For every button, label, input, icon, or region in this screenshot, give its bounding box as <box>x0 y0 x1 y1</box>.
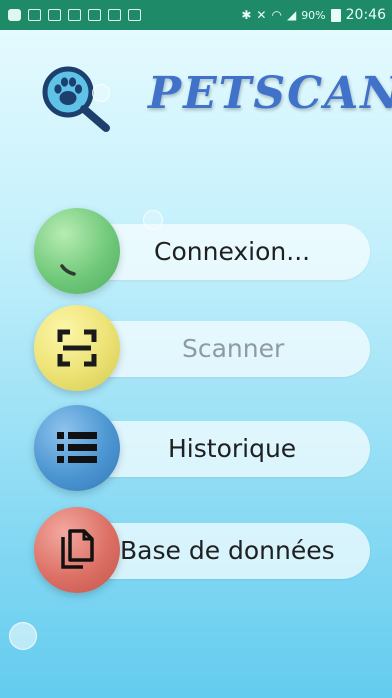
battery-icon <box>330 8 341 22</box>
history-icon-circle <box>34 405 120 491</box>
system-icons: ✱ ✕ ◠ ◢ 90% 20:46 <box>241 7 386 23</box>
history-label: Historique <box>168 434 297 463</box>
mute-icon: ✕ <box>256 8 267 22</box>
bluetooth-icon: ✱ <box>241 8 252 22</box>
scanner-icon-circle <box>34 305 120 391</box>
notification-icons <box>8 9 141 21</box>
copy-documents-icon <box>61 529 94 569</box>
battery-percent: 90% <box>301 8 326 22</box>
loading-spinner-icon <box>60 264 76 276</box>
status-bar: ✱ ✕ ◠ ◢ 90% 20:46 <box>0 0 392 30</box>
decorative-bubble <box>9 622 37 650</box>
database-label: Base de données <box>120 536 335 565</box>
connect-button[interactable]: Connexion... <box>34 208 370 294</box>
clock: 20:46 <box>345 7 386 23</box>
scanner-button[interactable]: Scanner <box>34 305 370 391</box>
database-icon-circle <box>34 507 120 593</box>
wifi-icon: ◠ <box>271 8 282 22</box>
app-notification-icon <box>28 9 41 21</box>
calendar-icon <box>88 9 101 21</box>
mail-icon <box>48 9 61 21</box>
app-title: PETSCAN <box>148 68 392 119</box>
scan-frame-icon <box>57 329 97 367</box>
signal-icon: ◢ <box>286 8 297 22</box>
scanner-label: Scanner <box>182 334 285 363</box>
message-icon <box>8 9 21 21</box>
history-button[interactable]: Historique <box>34 405 370 491</box>
gallery-icon <box>128 9 141 21</box>
gallery-icon <box>108 9 121 21</box>
list-icon <box>57 432 97 463</box>
image-icon <box>68 9 81 21</box>
connect-label: Connexion... <box>154 237 311 266</box>
database-button[interactable]: Base de données <box>34 507 370 593</box>
connect-icon-circle <box>34 208 120 294</box>
decorative-bubble <box>92 84 110 102</box>
